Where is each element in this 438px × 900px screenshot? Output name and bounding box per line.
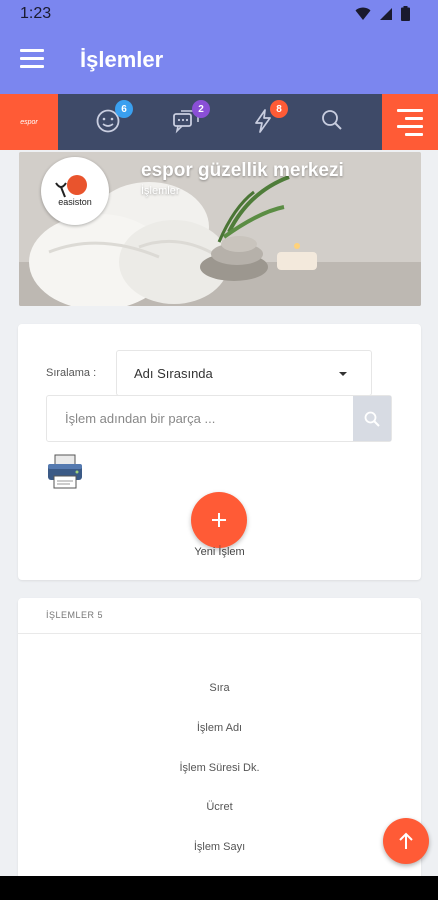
services-header: İŞLEMLER 5 (46, 610, 104, 620)
shortcut-toolbar: espor 6 2 8 (0, 94, 438, 150)
customers-button[interactable]: 6 (95, 100, 133, 138)
list-menu-button[interactable] (382, 94, 438, 150)
print-button[interactable] (46, 454, 84, 490)
customers-badge: 6 (115, 100, 133, 118)
divider (18, 633, 421, 634)
notifications-button[interactable]: 8 (250, 100, 288, 138)
column-header: İşlem Adı (196, 722, 243, 734)
wifi-icon (355, 7, 371, 20)
search-icon (364, 411, 380, 427)
column-header: Ücret (206, 801, 233, 813)
status-icons (355, 6, 410, 21)
status-time: 1:23 (20, 5, 52, 22)
business-banner: easiston espor güzellik merkezi İşlemler (19, 152, 421, 306)
banner-subtitle: İşlemler (141, 185, 180, 197)
search-button[interactable] (353, 396, 391, 441)
plus-icon (212, 513, 226, 527)
arrow-up-icon (399, 832, 413, 849)
scroll-top-button[interactable] (383, 818, 429, 864)
notifications-badge: 8 (270, 100, 288, 118)
status-bar: 1:23 (0, 0, 438, 28)
business-name: espor güzellik merkezi (141, 160, 344, 181)
battery-icon (401, 6, 410, 21)
filter-card: Sıralama : Adı Sırasında Yeni İşlem (18, 324, 421, 580)
printer-icon (48, 454, 82, 489)
search-box (46, 395, 392, 442)
add-service-button[interactable] (191, 492, 247, 548)
services-card: İŞLEMLER 5 Sıra İşlem Adı İşlem Süresi D… (18, 598, 421, 888)
column-header: İşlem Süresi Dk. (179, 762, 260, 774)
search-input[interactable] (47, 396, 355, 441)
system-nav-bar (0, 876, 438, 900)
sort-dropdown[interactable]: Adı Sırasında (116, 350, 372, 396)
search-icon (322, 110, 342, 130)
svg-text:easiston: easiston (58, 197, 92, 207)
brand-tab[interactable]: espor (0, 94, 58, 150)
app-bar: İşlemler (0, 28, 438, 94)
sort-label: Sıralama : (46, 367, 97, 379)
column-header: İşlem Sayı (193, 841, 246, 853)
add-service-label: Yeni İşlem (194, 546, 245, 558)
messages-badge: 2 (192, 100, 210, 118)
business-logo: easiston (41, 157, 109, 225)
column-header: Sıra (209, 682, 230, 694)
easiston-logo-icon: easiston (55, 175, 92, 207)
sort-value: Adı Sırasında (134, 366, 213, 381)
messages-button[interactable]: 2 (172, 100, 210, 138)
signal-icon (380, 7, 392, 20)
menu-icon[interactable] (20, 49, 44, 73)
page-title: İşlemler (80, 47, 164, 72)
chevron-down-icon (339, 372, 347, 376)
toolbar-search-button[interactable] (320, 108, 350, 138)
